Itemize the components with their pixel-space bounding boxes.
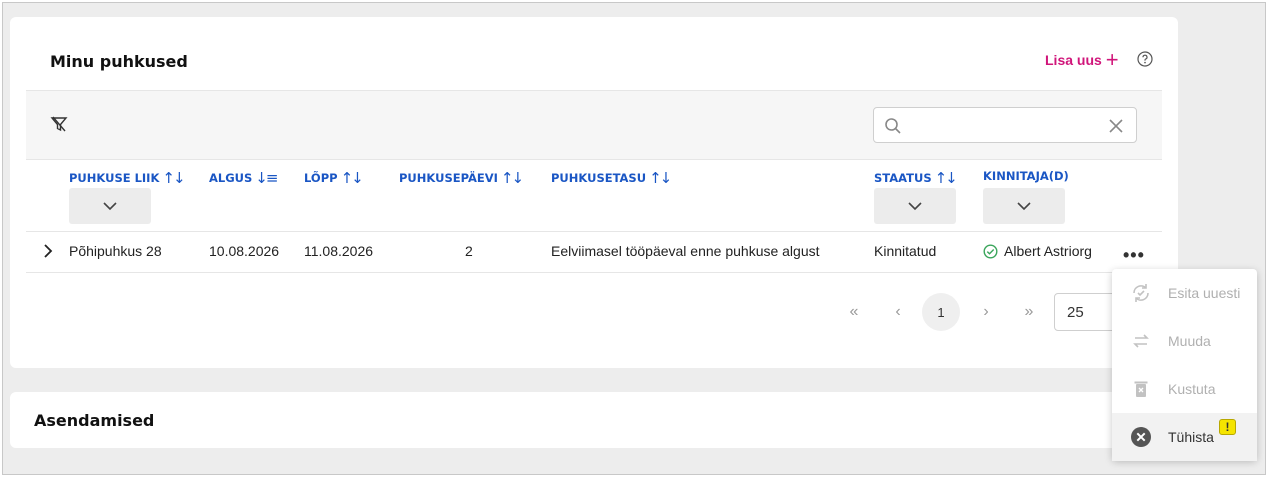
column-header-end[interactable]: LÕPP ↑↓ xyxy=(304,169,364,187)
current-page-button[interactable]: 1 xyxy=(922,293,960,331)
cell-end: 11.08.2026 xyxy=(304,243,374,259)
column-header-approvers: KINNITAJA(D) xyxy=(983,169,1069,183)
column-header-start[interactable]: ALGUS ↓≡ xyxy=(209,169,278,187)
table-toolbar xyxy=(26,90,1162,160)
sort-icon: ↑↓ xyxy=(162,169,185,187)
search-input[interactable] xyxy=(910,114,1100,138)
help-icon[interactable] xyxy=(1137,51,1153,67)
row-divider xyxy=(26,231,1162,232)
menu-item-resubmit[interactable]: Esita uuesti xyxy=(1112,269,1257,317)
prev-page-icon[interactable]: ‹ xyxy=(879,293,917,331)
clear-filter-icon[interactable] xyxy=(50,115,68,133)
next-page-icon[interactable]: › xyxy=(967,293,1005,331)
row-divider xyxy=(26,272,1162,273)
vacations-title: Minu puhkused xyxy=(50,52,188,71)
expand-row-icon[interactable] xyxy=(43,243,53,259)
cell-days: 2 xyxy=(465,243,473,259)
search-icon xyxy=(885,118,901,134)
search-box[interactable] xyxy=(873,107,1137,143)
chevron-down-icon xyxy=(1017,201,1031,210)
column-header-status[interactable]: STAATUS ↑↓ xyxy=(874,169,958,187)
column-header-days[interactable]: PUHKUSEPÄEVI ↑↓ xyxy=(399,169,524,187)
cell-start: 10.08.2026 xyxy=(209,243,280,259)
column-header-type[interactable]: PUHKUSE LIIK ↑↓ xyxy=(69,169,186,187)
status-filter-dropdown[interactable] xyxy=(874,188,956,224)
sort-icon: ↑↓ xyxy=(500,169,524,187)
substitutions-card[interactable]: Asendamised xyxy=(10,392,1178,448)
warning-badge-icon: ! xyxy=(1219,419,1236,435)
column-header-pay[interactable]: PUHKUSETASU ↑↓ xyxy=(551,169,672,187)
cell-approver: Albert Astriorg xyxy=(1004,243,1092,259)
trash-icon xyxy=(1134,381,1148,397)
sort-icon: ↑↓ xyxy=(649,169,672,187)
chevron-down-icon xyxy=(908,201,922,210)
add-new-button[interactable]: Lisa uus + xyxy=(1045,47,1119,72)
type-filter-dropdown[interactable] xyxy=(69,188,151,224)
cell-pay: Eelviimasel tööpäeval enne puhkuse algus… xyxy=(551,243,820,259)
cell-status: Kinnitatud xyxy=(874,243,937,259)
substitutions-title: Asendamised xyxy=(34,411,155,430)
row-actions-menu-icon[interactable]: ••• xyxy=(1123,245,1145,266)
sort-desc-icon: ↓≡ xyxy=(255,169,278,187)
sort-icon: ↑↓ xyxy=(934,169,958,187)
menu-item-delete[interactable]: Kustuta xyxy=(1112,365,1257,413)
cell-type: Põhipuhkus 28 xyxy=(69,243,162,259)
sort-icon: ↑↓ xyxy=(340,169,364,187)
clear-search-icon[interactable] xyxy=(1108,118,1124,134)
app-frame: Minu puhkused Lisa uus + PUHKUSE LIIK ↑↓… xyxy=(2,2,1266,475)
row-actions-menu: Esita uuesti Muuda Kustuta Tühista ! xyxy=(1112,269,1257,461)
chevron-down-icon xyxy=(103,201,117,210)
menu-item-edit[interactable]: Muuda xyxy=(1112,317,1257,365)
approver-filter-dropdown[interactable] xyxy=(983,188,1065,224)
menu-item-cancel[interactable]: Tühista ! xyxy=(1112,413,1257,461)
last-page-icon[interactable]: » xyxy=(1010,293,1048,331)
cancel-circle-icon xyxy=(1131,427,1151,447)
resubmit-icon xyxy=(1133,284,1149,302)
plus-icon: + xyxy=(1105,47,1119,72)
approved-check-icon xyxy=(983,244,998,259)
vacations-card: Minu puhkused Lisa uus + PUHKUSE LIIK ↑↓… xyxy=(10,17,1178,368)
first-page-icon[interactable]: « xyxy=(835,293,873,331)
add-new-label: Lisa uus xyxy=(1045,52,1102,68)
swap-icon xyxy=(1133,334,1149,348)
